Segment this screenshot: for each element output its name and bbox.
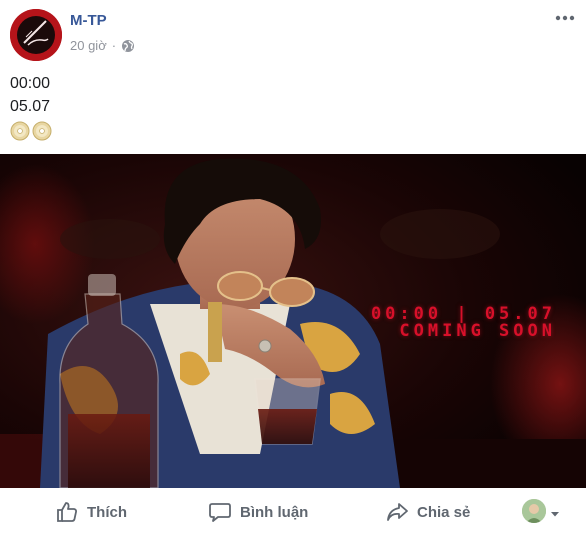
post-photo[interactable]: 00:00 | 05.07 COMING SOON <box>0 154 586 488</box>
post-text-line-1: 00:00 <box>10 75 51 92</box>
like-label: Thích <box>87 503 127 521</box>
post-text: 00:00 05.07 <box>10 72 52 141</box>
post-timestamp[interactable]: 20 giờ <box>70 38 107 53</box>
post-as-selector[interactable] <box>522 499 560 523</box>
meta-separator: · <box>111 38 117 53</box>
more-options-icon[interactable] <box>554 10 576 26</box>
post-text-line-2: 05.07 <box>10 98 51 115</box>
thumbs-up-icon <box>57 502 77 522</box>
share-arrow-icon <box>387 503 408 521</box>
photo-overlay-coming-soon: COMING SOON <box>399 321 556 341</box>
comment-icon <box>209 503 231 522</box>
comment-button[interactable]: Bình luận <box>208 492 308 532</box>
user-avatar <box>522 499 546 523</box>
author-name[interactable]: M-TP <box>70 12 107 29</box>
dvd-disc-icon <box>10 121 30 141</box>
comment-label: Bình luận <box>240 503 309 521</box>
dvd-disc-icon <box>32 121 52 141</box>
like-button[interactable]: Thích <box>55 492 127 532</box>
share-button[interactable]: Chia sẻ <box>385 492 470 532</box>
share-label: Chia sẻ <box>417 503 471 521</box>
globe-icon[interactable] <box>121 39 135 53</box>
post-meta: 20 giờ · <box>70 38 135 53</box>
post-header: M-TP 20 giờ · <box>0 0 586 64</box>
author-avatar[interactable] <box>10 9 62 61</box>
emoji-row <box>10 121 52 141</box>
action-bar: Thích Bình luận Chia sẻ <box>0 492 586 532</box>
chevron-down-icon <box>550 506 560 517</box>
